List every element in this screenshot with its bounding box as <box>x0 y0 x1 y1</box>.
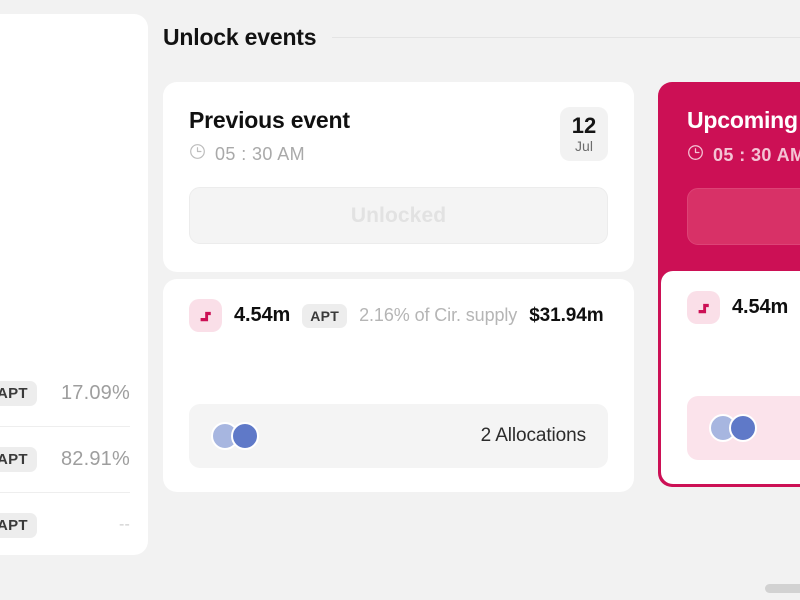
avatar <box>231 422 259 451</box>
supply-share-label: 2.16% of Cir. supply <box>359 305 518 326</box>
event-time-row: 05 : 30 AM <box>189 143 560 165</box>
event-time-label: 05 : 30 AM <box>215 143 306 164</box>
allocation-percent: 82.91% <box>60 447 130 470</box>
list-item[interactable]: APT -- <box>0 492 148 555</box>
upcoming-event-column: Upcoming 05 : 30 AM 13 Jul <box>658 82 800 487</box>
unlock-status-label: Unlocked <box>350 203 447 227</box>
app-root: APT 17.09% APT 82.91% APT -- Unlock even… <box>0 0 800 600</box>
aptos-token-icon <box>687 291 720 324</box>
usd-value: $31.94m <box>529 304 604 326</box>
event-header-text: Upcoming 05 : 30 AM <box>687 107 800 166</box>
allocation-rows: APT 17.09% APT 82.91% APT -- <box>0 360 148 555</box>
allocation-avatars <box>211 422 261 451</box>
clock-icon <box>687 144 704 166</box>
header-divider <box>332 36 800 38</box>
token-symbol-badge: APT <box>302 303 348 328</box>
page-title: Unlock events <box>163 23 317 50</box>
event-header-row: Upcoming 05 : 30 AM 13 Jul <box>687 107 800 166</box>
upcoming-event-card-body: 4.54m APT 2.16% of Cir. supply $31.94m 2… <box>661 271 800 484</box>
unlock-status-button[interactable]: Unlocked <box>189 187 608 245</box>
event-time-label: 05 : 30 AM <box>713 144 800 165</box>
list-item[interactable]: APT 17.09% <box>0 360 148 426</box>
list-item[interactable]: APT 82.91% <box>0 426 148 492</box>
event-date-day: 12 <box>571 113 597 138</box>
aptos-token-icon <box>189 299 222 333</box>
event-time-row: 05 : 30 AM <box>687 144 800 166</box>
event-header-row: Previous event 05 : 30 AM 12 Jul <box>189 107 608 165</box>
unlock-amount: 4.54m <box>234 304 291 327</box>
token-symbol-badge: APT <box>0 446 37 472</box>
event-title: Upcoming <box>687 107 798 133</box>
token-stat-row: 4.54m APT 2.16% of Cir. supply $31.94m <box>189 299 608 333</box>
allocation-avatars <box>709 414 759 442</box>
event-header-text: Previous event 05 : 30 AM <box>189 107 560 165</box>
unlock-amount: 4.54m <box>732 296 789 318</box>
avatar <box>729 414 757 442</box>
token-symbol-badge: APT <box>0 512 37 538</box>
section-header: Unlock events <box>163 20 800 54</box>
allocations-summary-bar[interactable]: 2 Allocations <box>189 404 608 469</box>
previous-event-card-header: Previous event 05 : 30 AM 12 Jul Unlocke… <box>163 82 634 273</box>
allocations-count-label: 2 Allocations <box>480 425 586 447</box>
horizontal-scrollbar[interactable] <box>0 582 800 594</box>
token-stat-row: 4.54m APT 2.16% of Cir. supply $31.94m <box>687 291 800 324</box>
allocation-percent: -- <box>118 516 130 533</box>
scrollbar-thumb[interactable] <box>765 584 800 593</box>
clock-icon <box>189 143 206 165</box>
previous-event-column: Previous event 05 : 30 AM 12 Jul Unlocke… <box>163 82 634 493</box>
countdown-button[interactable]: 3 <box>687 188 800 245</box>
token-symbol-badge: APT <box>0 380 37 406</box>
previous-event-card-body: 4.54m APT 2.16% of Cir. supply $31.94m 2… <box>163 279 634 493</box>
upcoming-event-card-header: Upcoming 05 : 30 AM 13 Jul <box>661 85 800 271</box>
allocation-percent: 17.09% <box>60 381 130 404</box>
allocations-summary-bar[interactable]: 2 Allocations <box>687 396 800 460</box>
event-date-badge: 12 Jul <box>560 107 608 162</box>
event-title: Previous event <box>189 107 350 133</box>
left-summary-panel: APT 17.09% APT 82.91% APT -- <box>0 14 148 555</box>
event-date-month: Jul <box>575 138 593 155</box>
